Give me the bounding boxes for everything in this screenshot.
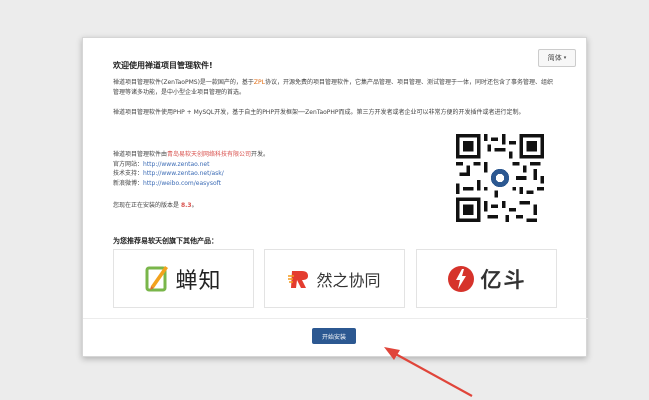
annotation-arrow-icon: [384, 347, 473, 397]
